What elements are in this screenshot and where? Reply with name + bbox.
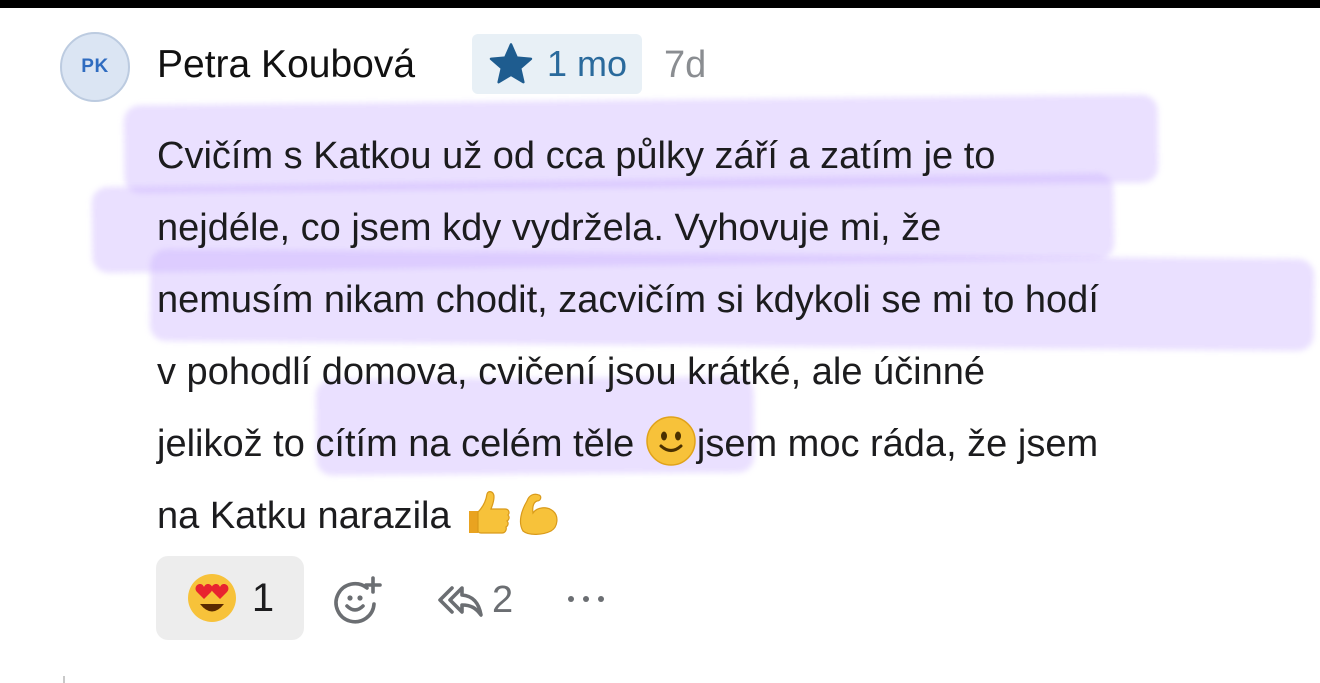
comment-line: jelikož to cítím na celém těle jsem moc … bbox=[157, 408, 1307, 480]
member-badge[interactable]: 1 mo bbox=[472, 34, 642, 94]
star-icon bbox=[489, 43, 533, 84]
comment-line: nejdéle, co jsem kdy vydržela. Vyhovuje … bbox=[157, 207, 942, 249]
avatar-initials: PK bbox=[81, 56, 109, 77]
add-reaction-icon[interactable] bbox=[330, 574, 382, 626]
avatar[interactable]: PK bbox=[60, 32, 130, 102]
comment-line-text: jelikož to cítím na celém těle bbox=[157, 423, 635, 465]
comment-line: Cvičím s Katkou už od cca půlky září a z… bbox=[157, 135, 996, 177]
heart-eyes-reaction-button[interactable]: 1 bbox=[156, 556, 304, 640]
badge-label: 1 mo bbox=[546, 43, 628, 84]
comment-line: nemusím nikam chodit, zacvičím si kdykol… bbox=[157, 279, 1099, 321]
more-horizontal-icon[interactable] bbox=[566, 584, 606, 614]
reply-count: 2 bbox=[492, 578, 514, 621]
comment-line: v pohodlí domova, cvičení jsou krátké, a… bbox=[157, 351, 986, 393]
comment-line-text: na Katku narazila bbox=[157, 495, 451, 537]
reply-button[interactable]: 2 bbox=[434, 574, 513, 626]
thread-line bbox=[63, 676, 65, 683]
slightly-smiling-face-icon bbox=[646, 416, 696, 466]
author-name[interactable]: Petra Koubová bbox=[157, 40, 415, 90]
comment-line: na Katku narazila bbox=[157, 480, 1307, 552]
comment-body: Cvičím s Katkou už od cca půlky září a z… bbox=[157, 120, 1307, 552]
thumbs-up-icon bbox=[469, 490, 510, 534]
heart-eyes-face-icon bbox=[187, 574, 236, 622]
reply-all-icon bbox=[438, 586, 483, 617]
reaction-count: 1 bbox=[251, 575, 275, 620]
timestamp: 7d bbox=[664, 44, 707, 86]
comment-line-text: jsem moc ráda, že jsem bbox=[696, 423, 1099, 465]
top-bar bbox=[0, 0, 1320, 8]
flexed-biceps-icon bbox=[520, 493, 558, 535]
